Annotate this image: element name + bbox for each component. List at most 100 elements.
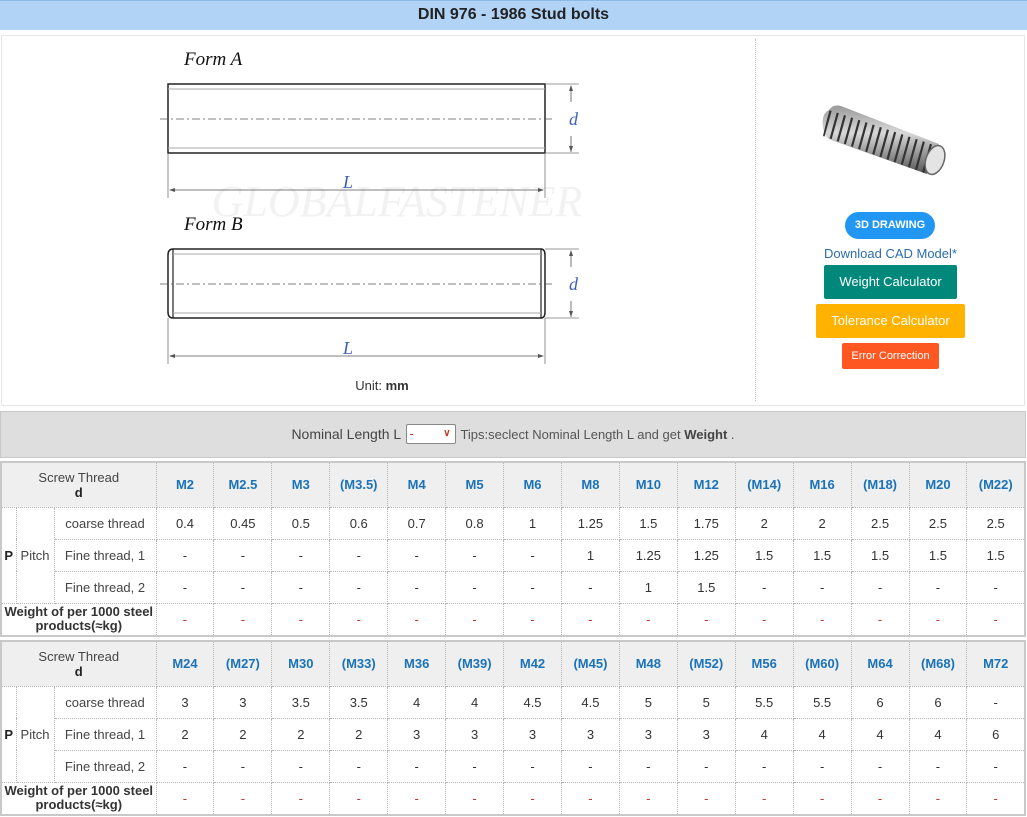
pitch-label: Pitch <box>15 506 55 604</box>
tips-bold: Weight <box>684 427 728 442</box>
tips-suffix: . <box>727 427 735 442</box>
pitch-value: 0.45 <box>213 506 273 540</box>
size-header[interactable]: (M52) <box>676 640 736 687</box>
fine-thread-1-row: Fine thread, 1222233333344446 <box>1 717 1026 751</box>
pitch-value: - <box>850 570 910 604</box>
fine-thread-1-label: Fine thread, 1 <box>53 717 157 751</box>
nominal-length-bar: Nominal Length L - ∨ Tips:seclect Nominal… <box>0 411 1026 458</box>
size-header[interactable]: (M27) <box>213 640 273 687</box>
weight-value: - <box>618 602 678 637</box>
form-b-bolt <box>160 248 579 364</box>
size-header[interactable]: M56 <box>734 640 794 687</box>
pitch-value: - <box>618 749 678 783</box>
size-header[interactable]: M5 <box>445 461 505 508</box>
size-header[interactable]: M6 <box>503 461 562 508</box>
size-header[interactable]: M8 <box>560 461 620 508</box>
pitch-value: 1.25 <box>618 538 678 572</box>
weight-value: - <box>734 602 794 637</box>
size-header[interactable]: M36 <box>387 640 447 687</box>
size-header[interactable]: M30 <box>271 640 331 687</box>
size-header[interactable]: M3 <box>271 461 331 508</box>
spec-table-2: Screw Thread d M24 (M27) M30 (M33) M36 (M39) M42… <box>0 640 1026 816</box>
unit-label: Unit: mm <box>2 378 762 393</box>
pitch-value: - <box>329 538 389 572</box>
size-header[interactable]: (M45) <box>560 640 620 687</box>
pitch-value: - <box>271 538 331 572</box>
screw-thread-label: Screw Thread <box>38 469 120 485</box>
coarse-thread-label: coarse thread <box>53 506 157 540</box>
size-header[interactable]: M20 <box>908 461 968 508</box>
pitch-label: Pitch <box>15 685 55 783</box>
pitch-value: 4 <box>445 685 505 719</box>
pitch-value: - <box>155 749 215 783</box>
size-header[interactable]: (M3.5) <box>329 461 389 508</box>
pitch-value: - <box>792 570 852 604</box>
3d-drawing-button[interactable]: 3D DRAWING <box>845 212 935 239</box>
pitch-value: - <box>387 749 447 783</box>
pitch-value: 1.25 <box>560 506 620 540</box>
screw-thread-header: Screw Thread d <box>0 640 157 687</box>
size-header[interactable]: M16 <box>792 461 852 508</box>
pitch-value: - <box>445 538 505 572</box>
unit-prefix: Unit: <box>355 378 386 393</box>
size-header[interactable]: (M14) <box>734 461 794 508</box>
weight-value: - <box>329 602 389 637</box>
size-header[interactable]: (M33) <box>329 640 389 687</box>
tips-text: Tips:seclect Nominal Length L and get We… <box>460 427 734 442</box>
weight-value: - <box>792 781 852 816</box>
pitch-value: 3 <box>387 717 447 751</box>
weight-value: - <box>155 781 215 816</box>
pitch-value: - <box>329 570 389 604</box>
weight-value: - <box>503 781 562 816</box>
pitch-value: 4 <box>850 717 910 751</box>
pitch-value: - <box>271 570 331 604</box>
weight-value: - <box>734 781 794 816</box>
size-header[interactable]: M10 <box>618 461 678 508</box>
size-header[interactable]: M2.5 <box>213 461 273 508</box>
weight-calculator-button[interactable]: Weight Calculator <box>824 265 957 299</box>
pitch-value: 0.7 <box>387 506 447 540</box>
pitch-value: 6 <box>850 685 910 719</box>
size-header[interactable]: M2 <box>155 461 215 508</box>
size-header[interactable]: (M18) <box>850 461 910 508</box>
pitch-value: 1 <box>503 506 562 540</box>
nominal-length-select[interactable]: - ∨ <box>405 424 456 445</box>
weight-value: - <box>445 781 505 816</box>
tolerance-calculator-button[interactable]: Tolerance Calculator <box>816 304 965 338</box>
nominal-length-selected: - <box>409 426 414 442</box>
pitch-value: - <box>155 538 215 572</box>
pitch-value: 2 <box>213 717 273 751</box>
weight-value: - <box>155 602 215 637</box>
pitch-value: 2 <box>792 506 852 540</box>
size-header[interactable]: M42 <box>503 640 562 687</box>
bolt-3d-image[interactable] <box>819 96 959 176</box>
pitch-value: - <box>734 749 794 783</box>
size-header[interactable]: (M60) <box>792 640 852 687</box>
pitch-value: 3.5 <box>329 685 389 719</box>
download-cad-link[interactable]: Download CAD Model* <box>757 246 1024 261</box>
pitch-value: 1.5 <box>966 538 1026 572</box>
size-header[interactable]: (M68) <box>908 640 968 687</box>
fine-thread-2-label: Fine thread, 2 <box>53 749 157 783</box>
weight-value: - <box>618 781 678 816</box>
technical-drawing: GLOBALFASTENER Form A d L Form B d L Uni… <box>2 36 755 405</box>
size-header[interactable]: M24 <box>155 640 215 687</box>
size-header[interactable]: M72 <box>966 640 1026 687</box>
pitch-value: 1.25 <box>676 538 736 572</box>
side-panel: 3D DRAWING Download CAD Model* Weight Ca… <box>757 36 1024 405</box>
pitch-value: 3 <box>445 717 505 751</box>
pitch-value: 3 <box>503 717 562 751</box>
pitch-value: 3.5 <box>271 685 331 719</box>
pitch-value: 5 <box>618 685 678 719</box>
error-correction-button[interactable]: Error Correction <box>842 343 939 369</box>
size-header[interactable]: M12 <box>676 461 736 508</box>
size-header[interactable]: (M39) <box>445 640 505 687</box>
size-header[interactable]: M4 <box>387 461 447 508</box>
panel-divider <box>755 39 756 401</box>
pitch-value: - <box>503 538 562 572</box>
header-row: Screw Thread d M24 (M27) M30 (M33) M36 (M39) M42… <box>0 640 1026 687</box>
weight-value: - <box>850 781 910 816</box>
size-header[interactable]: M48 <box>618 640 678 687</box>
size-header[interactable]: M64 <box>850 640 910 687</box>
size-header[interactable]: (M22) <box>966 461 1026 508</box>
